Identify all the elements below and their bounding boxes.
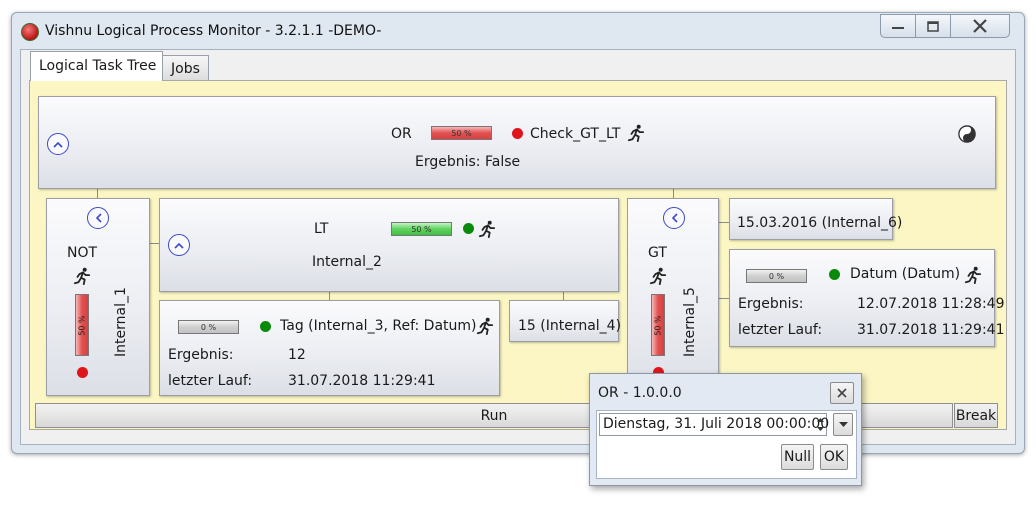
- collapse-button[interactable]: [168, 234, 190, 256]
- maximize-icon: [927, 20, 939, 32]
- date-picker-dialog: OR - 1.0.0.0 Dienstag, 31. Juli 2018 00:…: [589, 373, 862, 486]
- dropdown-button[interactable]: [833, 413, 853, 436]
- date-time-value: Dienstag, 31. Juli 2018 00:00:00: [603, 416, 830, 432]
- gt-operator-label: GT: [648, 245, 667, 261]
- date-time-input[interactable]: Dienstag, 31. Juli 2018 00:00:00: [599, 413, 830, 436]
- ok-button[interactable]: OK: [820, 444, 848, 470]
- progress-text: 0 %: [200, 322, 217, 332]
- ok-button-label: OK: [823, 449, 845, 465]
- or-result: Ergebnis: False: [415, 154, 521, 170]
- window-title: Vishnu Logical Process Monitor - 3.2.1.1…: [45, 23, 382, 39]
- or-node[interactable]: OR 50 % Check_GT_LT Ergebnis: False: [38, 96, 996, 189]
- tag-node-name: Tag (Internal_3, Ref: Datum): [280, 318, 477, 334]
- not-operator-label: NOT: [67, 245, 98, 261]
- collapse-button[interactable]: [87, 207, 109, 229]
- or-operator-label: OR: [391, 126, 412, 142]
- status-dot-green: [463, 223, 474, 234]
- tab-jobs[interactable]: Jobs: [162, 55, 209, 81]
- last-run-value: 31.07.2018 11:29:41: [857, 322, 1005, 338]
- datum-node[interactable]: 0 % Datum (Datum) Ergebnis: 12.07.2018 1…: [729, 249, 1005, 347]
- progress-text: 0 %: [768, 271, 785, 281]
- minimize-button[interactable]: [880, 14, 916, 38]
- chevron-left-icon: [95, 213, 102, 223]
- minimize-icon: [892, 27, 904, 29]
- tab-logical-task-tree[interactable]: Logical Task Tree: [30, 51, 163, 81]
- progress-text: 50 %: [451, 128, 472, 138]
- connector: [719, 222, 729, 223]
- maximize-button[interactable]: [915, 14, 951, 38]
- last-run-label: letzter Lauf:: [168, 373, 253, 389]
- tag-node[interactable]: 0 % Tag (Internal_3, Ref: Datum) Ergebni…: [159, 300, 500, 396]
- lt-operator-label: LT: [314, 221, 329, 237]
- status-dot-green: [260, 321, 271, 332]
- connector: [563, 291, 564, 300]
- collapse-button[interactable]: [47, 133, 69, 155]
- null-button-label: Null: [783, 449, 812, 465]
- lt-node[interactable]: LT 50 % Internal_2: [159, 198, 619, 292]
- status-dot-red: [512, 128, 523, 139]
- dialog-close-button[interactable]: [830, 382, 854, 404]
- date-constant-label: 15.03.2016 (Internal_6): [737, 215, 903, 231]
- last-run-label: letzter Lauf:: [738, 322, 823, 338]
- connector: [719, 298, 729, 299]
- value-node-label: 15 (Internal_4): [518, 318, 622, 334]
- running-person-icon: [478, 220, 496, 238]
- not-node-name: Internal_1: [113, 287, 129, 357]
- running-person-icon: [649, 267, 667, 285]
- last-run-value: 31.07.2018 11:29:41: [288, 373, 436, 389]
- or-node-name: Check_GT_LT: [530, 126, 621, 142]
- dialog-title: OR - 1.0.0.0: [598, 385, 682, 401]
- close-icon: [837, 388, 847, 398]
- progress-text: 50 %: [77, 314, 87, 336]
- tag-progress-bar: 0 %: [178, 320, 239, 334]
- not-node[interactable]: NOT 50 % Internal_1: [46, 198, 150, 396]
- connector: [673, 188, 674, 198]
- result-label: Ergebnis:: [738, 296, 804, 312]
- gt-progress-bar: 50 %: [651, 294, 665, 356]
- result-value: 12.07.2018 11:28:49: [857, 296, 1005, 312]
- null-button[interactable]: Null: [781, 444, 814, 470]
- tab-label: Jobs: [171, 61, 200, 77]
- spin-up-down-icon[interactable]: [816, 416, 825, 433]
- result-label: Ergebnis:: [168, 347, 234, 363]
- chevron-down-icon: [838, 421, 848, 427]
- running-person-icon: [476, 317, 494, 335]
- not-progress-bar: 50 %: [75, 294, 89, 356]
- break-button-label: Break: [955, 407, 997, 424]
- datum-progress-bar: 0 %: [746, 269, 807, 283]
- or-progress-bar: 50 %: [431, 126, 492, 140]
- chevron-up-icon: [53, 141, 63, 148]
- close-window-button[interactable]: [950, 14, 1010, 38]
- gt-node[interactable]: GT 50 % Internal_5: [627, 198, 719, 396]
- value-node[interactable]: 15 (Internal_4): [509, 300, 622, 342]
- lt-node-name: Internal_2: [312, 254, 382, 270]
- connector: [97, 188, 98, 198]
- yin-yang-icon[interactable]: [958, 125, 976, 143]
- app-icon: [21, 23, 39, 41]
- collapse-button[interactable]: [663, 207, 685, 229]
- lt-progress-bar: 50 %: [391, 222, 452, 236]
- run-button-label: Run: [480, 407, 508, 424]
- running-person-icon: [627, 124, 645, 142]
- status-dot-green: [829, 269, 840, 280]
- progress-text: 50 %: [653, 314, 663, 336]
- connector: [150, 243, 159, 244]
- close-icon: [973, 19, 987, 33]
- date-constant-node[interactable]: 15.03.2016 (Internal_6): [729, 198, 902, 240]
- result-value: 12: [288, 347, 306, 363]
- break-button[interactable]: Break: [954, 403, 998, 428]
- chevron-left-icon: [671, 213, 678, 223]
- gt-node-name: Internal_5: [682, 287, 698, 357]
- chevron-up-icon: [174, 242, 184, 249]
- progress-text: 50 %: [411, 224, 432, 234]
- datum-node-name: Datum (Datum): [850, 266, 961, 282]
- running-person-icon: [964, 266, 982, 284]
- status-dot-red: [77, 367, 88, 378]
- running-person-icon: [73, 267, 91, 285]
- connector: [329, 291, 330, 300]
- tab-label: Logical Task Tree: [39, 58, 157, 74]
